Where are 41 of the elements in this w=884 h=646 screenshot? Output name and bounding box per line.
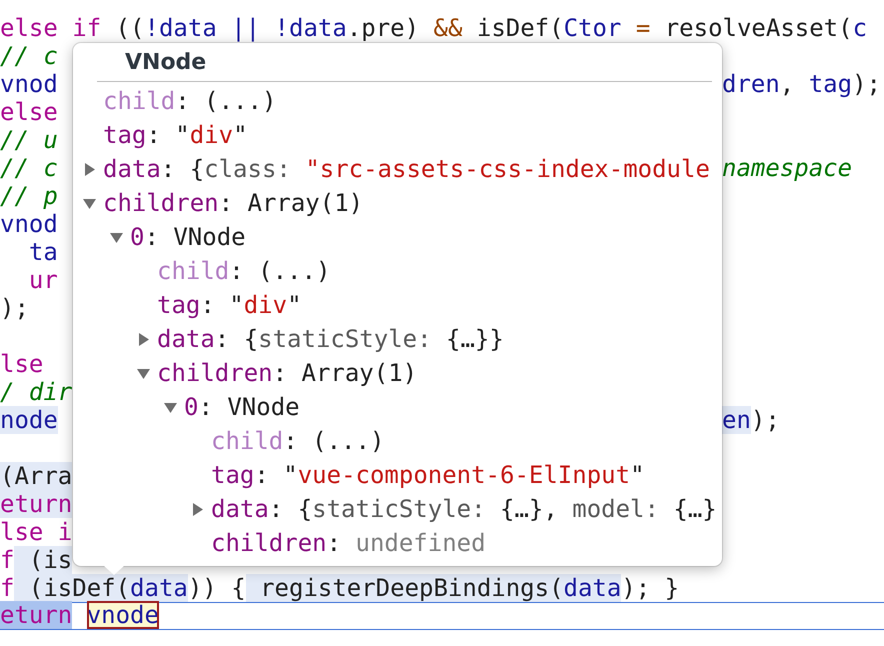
property-text: tag: "vue-component-6-ElInput" — [211, 460, 645, 491]
code-line: else if ((!data || !data.pre) && isDef(Ctor = resolveAsset(c — [0, 14, 868, 42]
code-line: // c — [0, 42, 58, 70]
code-line: f (is — [0, 546, 72, 574]
code-line: dren, tag); — [722, 70, 881, 98]
property-text: child: (...) — [103, 86, 276, 117]
property-text: data: {class: "src-assets-css-index-module — [103, 154, 710, 185]
property-text: data: {staticStyle: {…}} — [157, 324, 504, 355]
code-line: ur — [28, 266, 58, 294]
code-line: vnod — [0, 210, 58, 238]
property-text: child: (...) — [211, 426, 384, 457]
property-text: data: {staticStyle: {…}, model: {…} — [211, 494, 717, 525]
caret-down-icon[interactable] — [110, 230, 123, 244]
code-line: namespace — [722, 154, 852, 182]
property-text: child: (...) — [157, 256, 330, 287]
code-line: // c — [0, 154, 58, 182]
code-line: lse i — [0, 518, 72, 546]
property-text: tag: "div" — [103, 120, 248, 151]
code-line: eturn vnode — [0, 603, 159, 628]
code-line: // p — [0, 182, 58, 210]
code-line: else — [0, 98, 58, 126]
caret-down-icon[interactable] — [137, 366, 150, 380]
caret-right-icon[interactable] — [83, 162, 96, 176]
property-text: children: Array(1) — [157, 358, 418, 389]
caret-down-icon[interactable] — [83, 196, 96, 210]
caret-right-icon[interactable] — [137, 332, 150, 346]
code-line: // u — [0, 126, 58, 154]
caret-right-icon[interactable] — [191, 502, 204, 516]
code-line: vnod — [0, 70, 58, 98]
code-line: / dir — [0, 378, 72, 406]
property-text: 0: VNode — [184, 392, 300, 423]
property-text: 0: VNode — [130, 222, 246, 253]
code-line: lse — [0, 350, 44, 378]
code-line: ta — [28, 238, 58, 266]
code-line: f (isDef(data)) { registerDeepBindings(data); } — [0, 574, 680, 602]
property-text: tag: "div" — [157, 290, 302, 321]
property-text: children: Array(1) — [103, 188, 364, 219]
caret-down-icon[interactable] — [164, 400, 177, 414]
property-text: children: undefined — [211, 528, 486, 559]
popover-title: VNode — [124, 50, 206, 74]
code-line: ); — [0, 294, 29, 322]
